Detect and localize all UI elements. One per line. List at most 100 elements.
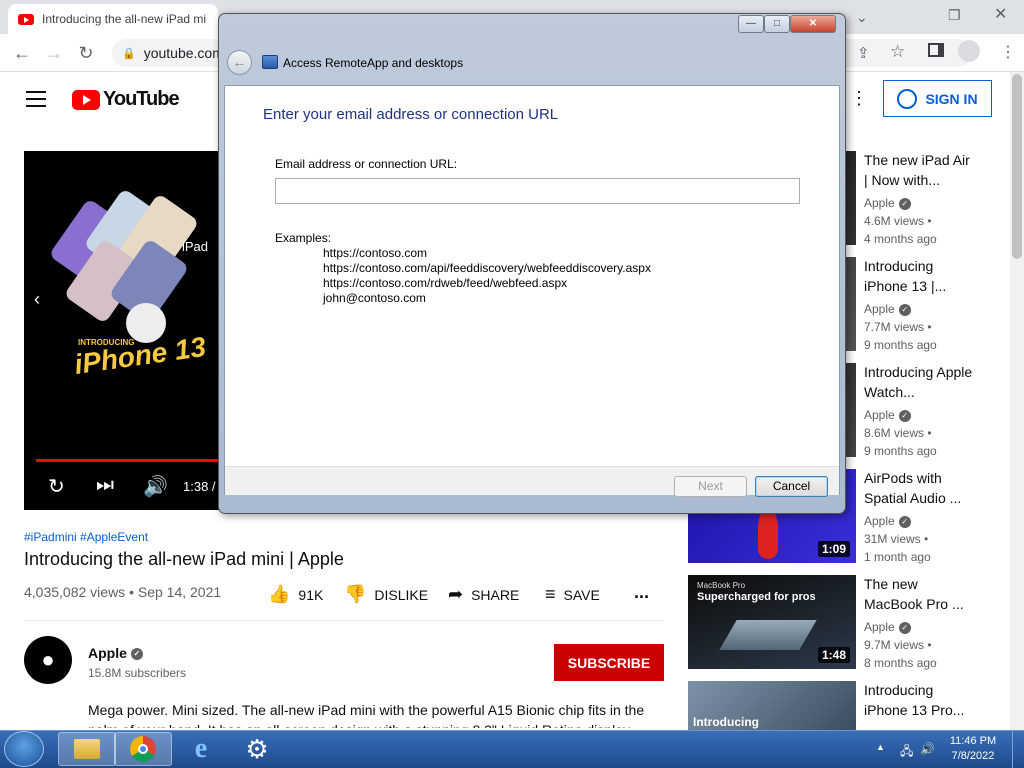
clock-date: 7/8/2022 — [951, 750, 995, 762]
channel-avatar[interactable]: ● — [24, 636, 72, 684]
progress-bar[interactable] — [36, 459, 218, 462]
maximize-button[interactable]: □ — [764, 15, 790, 33]
cancel-button[interactable]: Cancel — [755, 476, 828, 497]
taskbar-explorer[interactable] — [58, 732, 116, 766]
remote-desktop-icon — [262, 55, 278, 69]
apple-logo-icon: ● — [41, 647, 55, 672]
recommendation-title-1[interactable]: The new iPad Air | Now with... — [864, 150, 974, 190]
thumbs-up-icon: 👍 — [268, 584, 291, 604]
back-arrow-icon[interactable]: ← — [227, 50, 252, 75]
bookmark-star-icon[interactable]: ☆ — [890, 42, 905, 62]
volume-tray-icon[interactable]: 🔊 — [920, 742, 935, 756]
share-label: SHARE — [471, 586, 520, 603]
taskbar-chrome[interactable] — [114, 732, 172, 766]
save-label: SAVE — [563, 586, 600, 603]
subscriber-count: 15.8M subscribers — [88, 666, 187, 680]
url-text: youtube.com — [143, 45, 224, 61]
example-3: https://contoso.com/rdweb/feed/webfeed.a… — [323, 276, 568, 290]
profile-avatar-icon[interactable] — [958, 40, 980, 62]
channel-name-row[interactable]: Apple ✓ — [88, 645, 143, 661]
close-window-icon[interactable]: ✕ — [994, 1, 1007, 29]
recommendation-title-5[interactable]: The new MacBook Pro ... — [864, 574, 974, 614]
save-button[interactable]: ≡ SAVE — [545, 584, 600, 605]
recommendation-title-6[interactable]: Introducing iPhone 13 Pro... — [864, 680, 974, 720]
example-4: john@contoso.com — [323, 291, 426, 305]
email-url-input[interactable] — [275, 178, 800, 204]
thumbs-down-icon: 👎 — [344, 584, 367, 604]
volume-icon[interactable]: 🔊 — [143, 474, 168, 499]
view-count: 4,035,082 views • Sep 14, 2021 — [24, 584, 222, 600]
minimize-button[interactable]: — — [738, 15, 764, 33]
example-2: https://contoso.com/api/feeddiscovery/we… — [323, 261, 651, 275]
recommendation-views-4: 31M views • — [864, 532, 929, 546]
hamburger-menu-icon[interactable] — [26, 91, 46, 107]
system-clock[interactable]: 11:46 PM 7/8/2022 — [938, 734, 1008, 764]
recommendation-thumbnail-5[interactable]: MacBook Pro Supercharged for pros 1:48 — [688, 575, 856, 669]
recommendation-title-4[interactable]: AirPods with Spatial Audio ... — [864, 468, 974, 508]
recommendation-views-2: 7.7M views • — [864, 320, 932, 334]
recommendation-title-3[interactable]: Introducing Apple Watch... — [864, 362, 974, 402]
share-arrow-icon: ➦ — [448, 584, 464, 604]
youtube-logo[interactable]: YouTube — [72, 88, 180, 111]
recommendation-views-3: 8.6M views • — [864, 426, 932, 440]
next-button[interactable]: Next — [674, 476, 747, 497]
recommendation-age-4: 1 month ago — [864, 550, 931, 564]
browser-tab[interactable]: Introducing the all-new iPad mi — [8, 4, 218, 34]
restore-window-icon[interactable]: ❐ — [948, 1, 961, 29]
dislike-label: DISLIKE — [374, 586, 429, 603]
account-icon — [897, 88, 918, 109]
close-button[interactable]: ✕ — [790, 15, 836, 33]
chevron-down-icon[interactable]: ⌄ — [856, 3, 868, 31]
recommendation-channel-2: Apple ✓ — [864, 302, 911, 316]
ipad-thumb-text: iPad — [182, 239, 209, 254]
recommendation-age-1: 4 months ago — [864, 232, 937, 246]
internet-explorer-icon[interactable]: e — [172, 732, 230, 766]
youtube-favicon-icon — [18, 13, 34, 25]
thumb-overlay-small: MacBook Pro — [697, 581, 746, 590]
browser-menu-icon[interactable]: ⋮ — [1000, 42, 1016, 62]
share-page-icon[interactable]: ⇪ — [857, 44, 870, 62]
reload-button[interactable]: ↻ — [74, 34, 98, 72]
hashtags[interactable]: #iPadmini #AppleEvent — [24, 530, 148, 544]
youtube-play-logo-icon — [72, 89, 100, 110]
sign-in-button[interactable]: SIGN IN — [883, 80, 992, 117]
replay-icon[interactable]: ↻ — [48, 474, 65, 499]
video-description: Mega power. Mini sized. The all-new iPad… — [88, 702, 645, 728]
youtube-wordmark: YouTube — [103, 88, 180, 110]
macbook-image — [719, 620, 817, 650]
forward-button[interactable]: → — [42, 34, 66, 72]
duration-badge: 1:09 — [817, 541, 850, 557]
recommendation-title-2[interactable]: Introducing iPhone 13 |... — [864, 256, 974, 296]
subscribe-button[interactable]: SUBSCRIBE — [554, 644, 664, 681]
verified-check-icon: ✓ — [898, 303, 911, 316]
divider — [24, 620, 664, 621]
folder-icon — [74, 739, 100, 759]
settings-gear-icon[interactable]: ⚙ — [228, 732, 286, 766]
share-button[interactable]: ➦ SHARE — [448, 584, 519, 605]
previous-slide-icon[interactable]: ‹ — [34, 289, 40, 310]
dialog-title: Access RemoteApp and desktops — [283, 56, 464, 70]
red-figure-image — [758, 509, 778, 559]
tray-arrow-icon[interactable]: ▲ — [876, 742, 885, 752]
back-button[interactable]: ← — [10, 34, 34, 72]
verified-check-icon: ✓ — [898, 515, 911, 528]
recommendation-age-3: 9 months ago — [864, 444, 937, 458]
show-desktop-button[interactable] — [1012, 731, 1024, 768]
start-button[interactable] — [4, 731, 44, 767]
clock-time: 11:46 PM — [949, 735, 997, 747]
recommendation-views-1: 4.6M views • — [864, 214, 932, 228]
more-actions-icon[interactable]: ... — [634, 582, 649, 603]
recommendation-thumbnail-6[interactable]: Introducing — [688, 681, 856, 730]
network-icon[interactable]: 🖧 — [900, 742, 913, 763]
tab-title: Introducing the all-new iPad mi — [42, 12, 207, 26]
video-title: Introducing the all-new iPad mini | Appl… — [24, 549, 344, 569]
recommendation-age-2: 9 months ago — [864, 338, 937, 352]
side-panel-icon[interactable] — [928, 43, 944, 57]
dislike-button[interactable]: 👎 DISLIKE — [344, 584, 428, 605]
verified-check-icon: ✓ — [130, 648, 143, 661]
settings-dots-icon[interactable]: ⋮ — [850, 88, 868, 109]
scrollbar-thumb[interactable] — [1012, 74, 1022, 259]
recommendation-age-5: 8 months ago — [864, 656, 937, 670]
next-video-icon[interactable]: ⏭ — [96, 474, 114, 497]
like-button[interactable]: 👍 91K — [268, 584, 323, 605]
